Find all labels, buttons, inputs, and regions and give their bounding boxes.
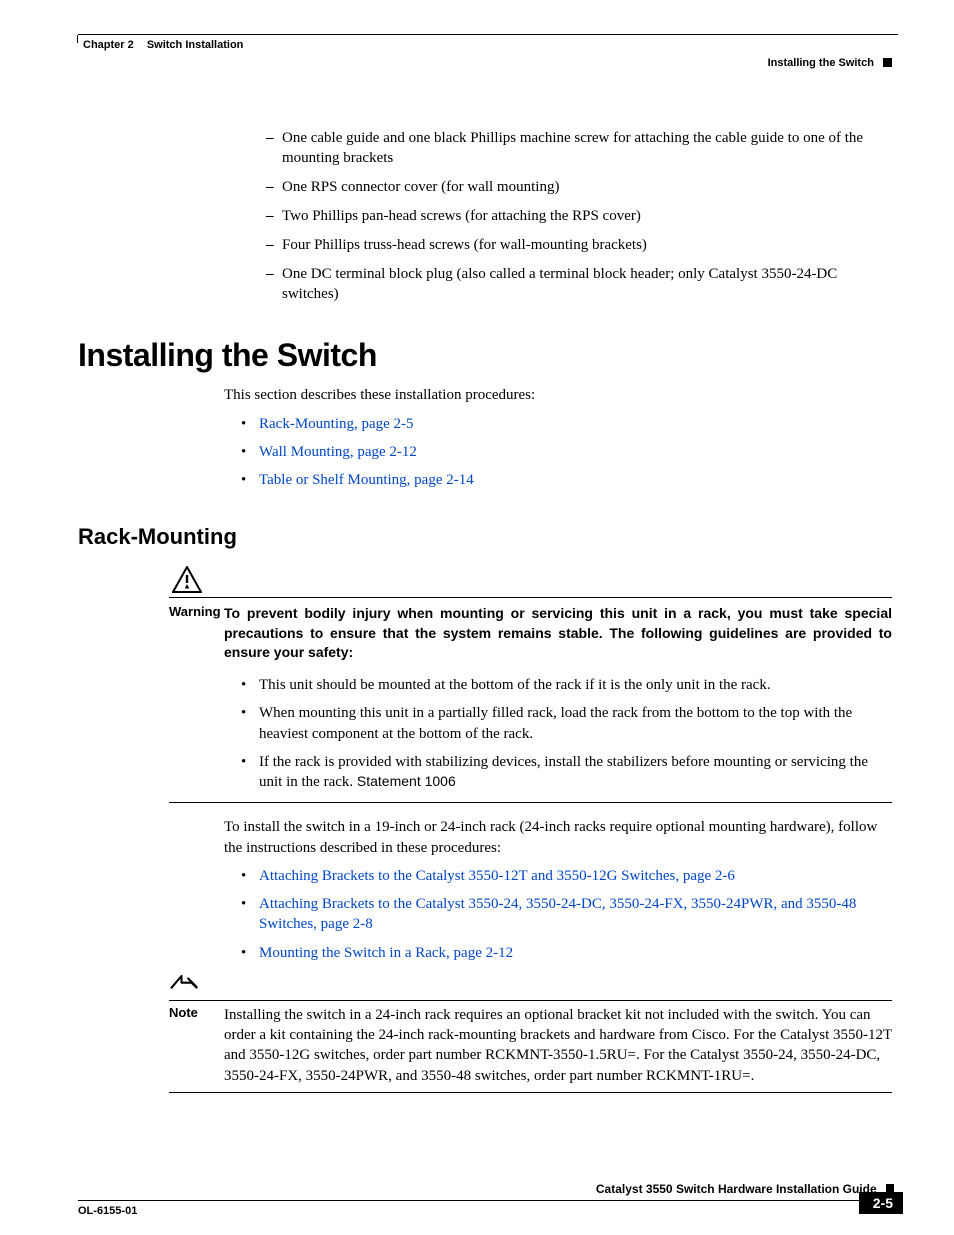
link-table-mounting[interactable]: Table or Shelf Mounting, page 2-14	[259, 472, 474, 488]
bullet-text: If the rack is provided with stabilizing…	[259, 754, 868, 790]
list-item: One DC terminal block plug (also called …	[266, 265, 894, 305]
note-label: Note	[169, 1005, 224, 1020]
note-icon	[169, 971, 199, 991]
page-title: Installing the Switch	[78, 337, 894, 374]
warning-text: To prevent bodily injury when mounting o…	[224, 604, 892, 663]
install-links-list: Attaching Brackets to the Catalyst 3550-…	[241, 866, 894, 963]
warning-guidelines-list: This unit should be mounted at the botto…	[241, 675, 892, 792]
note-block: Note Installing the switch in a 24-inch …	[169, 971, 892, 1093]
list-item: Rack-Mounting, page 2-5	[241, 414, 894, 434]
link-attach-brackets-24[interactable]: Attaching Brackets to the Catalyst 3550-…	[259, 896, 856, 932]
list-item: Attaching Brackets to the Catalyst 3550-…	[241, 866, 894, 886]
intro-text: This section describes these installatio…	[224, 386, 892, 406]
subsection-title: Rack-Mounting	[78, 524, 894, 550]
link-mounting-rack[interactable]: Mounting the Switch in a Rack, page 2-12	[259, 945, 513, 961]
list-item: Mounting the Switch in a Rack, page 2-12	[241, 943, 894, 963]
link-attach-brackets-12[interactable]: Attaching Brackets to the Catalyst 3550-…	[259, 868, 735, 884]
warning-label: Warning	[169, 604, 224, 619]
footer-marker-icon	[886, 1184, 894, 1192]
link-rack-mounting[interactable]: Rack-Mounting, page 2-5	[259, 416, 414, 432]
section-header: Installing the Switch	[78, 57, 892, 69]
list-item: When mounting this unit in a partially f…	[241, 703, 892, 744]
warning-block: Warning To prevent bodily injury when mo…	[169, 566, 892, 803]
procedure-links-list: Rack-Mounting, page 2-5 Wall Mounting, p…	[241, 414, 894, 491]
note-text: Installing the switch in a 24-inch rack …	[224, 1005, 892, 1086]
list-item: If the rack is provided with stabilizing…	[241, 752, 892, 793]
chapter-header: Chapter 2 Switch Installation	[83, 39, 894, 51]
statement-ref: Statement 1006	[357, 773, 456, 789]
page-footer: Catalyst 3550 Switch Hardware Installati…	[78, 1182, 894, 1201]
list-item: Wall Mounting, page 2-12	[241, 442, 894, 462]
section-title: Installing the Switch	[768, 57, 874, 69]
list-item: Four Phillips truss-head screws (for wal…	[266, 236, 894, 256]
list-item: Attaching Brackets to the Catalyst 3550-…	[241, 894, 894, 935]
link-wall-mounting[interactable]: Wall Mounting, page 2-12	[259, 444, 417, 460]
footer-doc-number: OL-6155-01	[78, 1205, 137, 1217]
page-number-badge: 2-5	[859, 1192, 903, 1214]
accessory-list: One cable guide and one black Phillips m…	[266, 129, 894, 305]
chapter-title: Switch Installation	[147, 39, 244, 51]
chapter-number: Chapter 2	[83, 39, 134, 51]
list-item: One RPS connector cover (for wall mounti…	[266, 178, 894, 198]
list-item: Two Phillips pan-head screws (for attach…	[266, 207, 894, 227]
header-marker-icon	[883, 58, 892, 67]
list-item: Table or Shelf Mounting, page 2-14	[241, 470, 894, 490]
footer-guide-title: Catalyst 3550 Switch Hardware Installati…	[596, 1182, 877, 1196]
warning-icon	[172, 566, 202, 593]
list-item: One cable guide and one black Phillips m…	[266, 129, 894, 169]
install-paragraph: To install the switch in a 19-inch or 24…	[224, 817, 892, 858]
list-item: This unit should be mounted at the botto…	[241, 675, 892, 695]
